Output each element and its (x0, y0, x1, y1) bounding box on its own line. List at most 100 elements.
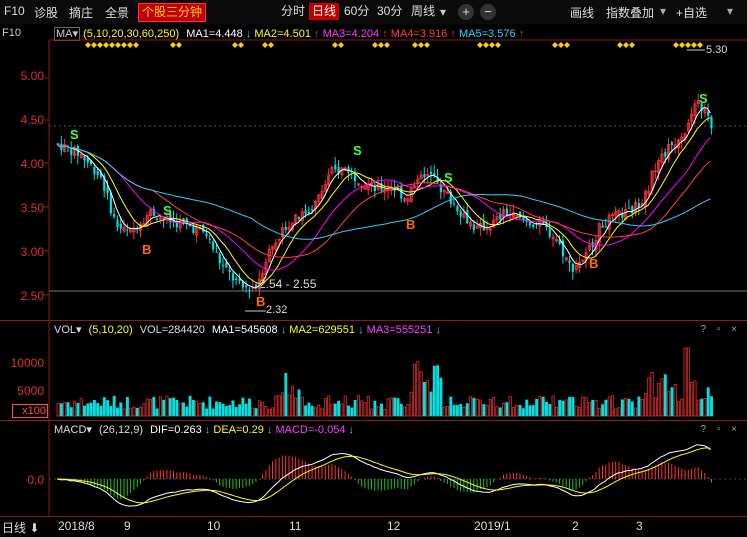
volume-bar (564, 399, 568, 417)
signal-diamond-icon (262, 42, 268, 48)
candle-body-down (297, 217, 301, 220)
volume-bar (300, 396, 304, 417)
volume-bar (330, 403, 334, 417)
volume-bar (340, 403, 344, 417)
candle-body-down (459, 210, 462, 217)
candle-body-up (445, 192, 449, 194)
volume-bar (211, 408, 215, 417)
candle-body-down (631, 206, 634, 214)
volume-bar (512, 407, 515, 417)
signal-diamond-icon (85, 42, 91, 48)
candle-body-down (429, 171, 433, 175)
volume-bar (333, 403, 337, 417)
ma4-line (56, 143, 711, 258)
volume-bar (198, 403, 202, 417)
volume-bar (76, 402, 80, 417)
volume-bar (83, 405, 86, 417)
volume-bar (188, 395, 192, 417)
candle-body-down (208, 238, 211, 240)
volume-bar (426, 380, 430, 417)
volume-bar (693, 380, 697, 417)
volume-bar (472, 397, 476, 417)
signal-diamond-icon (629, 42, 635, 48)
volume-bar (644, 393, 647, 417)
volume-bar (221, 403, 225, 417)
volume-bar (498, 407, 502, 417)
candle-body-down (528, 221, 532, 226)
volume-bar (446, 406, 449, 417)
volume-bar (502, 403, 506, 417)
signal-diamond-icon (558, 42, 564, 48)
signal-diamond-icon (121, 42, 127, 48)
volume-bar (317, 404, 321, 417)
volume-bar (135, 407, 139, 417)
candle-body-down (505, 208, 508, 215)
volume-bar (257, 400, 261, 417)
candle-body-down (212, 241, 215, 250)
volume-bar (277, 395, 281, 417)
volume-bar (515, 404, 519, 417)
volume-bar (584, 397, 588, 417)
volume-bar (343, 395, 347, 417)
signal-diamond-icon (133, 42, 139, 48)
signal-diamond-icon (127, 42, 133, 48)
volume-bar (337, 400, 341, 417)
candle-body-down (304, 210, 307, 214)
volume-bar (149, 399, 152, 417)
signal-diamond-icon (232, 42, 238, 48)
candle-body-down (568, 260, 571, 264)
volume-bar (109, 405, 113, 417)
volume-bar (535, 398, 539, 417)
signal-diamond-icon (418, 42, 424, 48)
volume-bar (274, 395, 278, 417)
volume-bar (617, 407, 621, 417)
volume-bar (581, 397, 585, 417)
volume-bar (703, 398, 707, 417)
volume-bar (594, 400, 598, 417)
volume-bar (525, 399, 529, 417)
volume-bar (360, 400, 364, 417)
volume-bar (508, 396, 512, 417)
volume-bar (142, 403, 146, 417)
volume-bar (409, 391, 413, 417)
volume-bar (396, 398, 400, 417)
volume-bar (416, 361, 420, 417)
volume-bar (673, 384, 677, 417)
volume-bar (155, 408, 159, 417)
volume-bar (587, 401, 591, 417)
candle-body-down (248, 290, 251, 292)
candle-body-down (664, 151, 667, 157)
volume-bar (403, 406, 407, 417)
candle-body-down (205, 233, 208, 236)
candle-body-down (334, 164, 337, 170)
signal-diamond-icon (384, 42, 390, 48)
volume-bar (574, 405, 578, 417)
ma1-line (56, 107, 711, 289)
volume-bar (215, 401, 218, 417)
volume-bar (185, 406, 189, 417)
candle-body-down (228, 269, 231, 273)
volume-bar (601, 404, 605, 417)
volume-bar (172, 397, 176, 417)
volume-bar (488, 399, 492, 417)
volume-bar (254, 408, 258, 417)
sell-signal-marker: S (699, 91, 708, 106)
signal-diamond-icon (97, 42, 103, 48)
signal-diamond-icon (115, 42, 121, 48)
volume-bar (116, 407, 119, 417)
signal-diamond-icon (495, 42, 501, 48)
volume-bar (710, 396, 713, 417)
volume-bar (660, 378, 664, 417)
candle-body-down (423, 173, 426, 178)
volume-bar (597, 407, 601, 417)
candle-body-down (307, 211, 310, 213)
kline-chart[interactable]: B B B B S S S S S (0, 0, 747, 537)
buy-signal-marker: B (589, 256, 598, 271)
volume-bar (545, 401, 548, 417)
volume-bar (538, 396, 542, 417)
candle-body-down (707, 111, 710, 116)
volume-bar (690, 382, 694, 417)
volume-bar (244, 403, 248, 417)
signal-diamond-icon (564, 42, 570, 48)
volume-bar (205, 408, 209, 417)
